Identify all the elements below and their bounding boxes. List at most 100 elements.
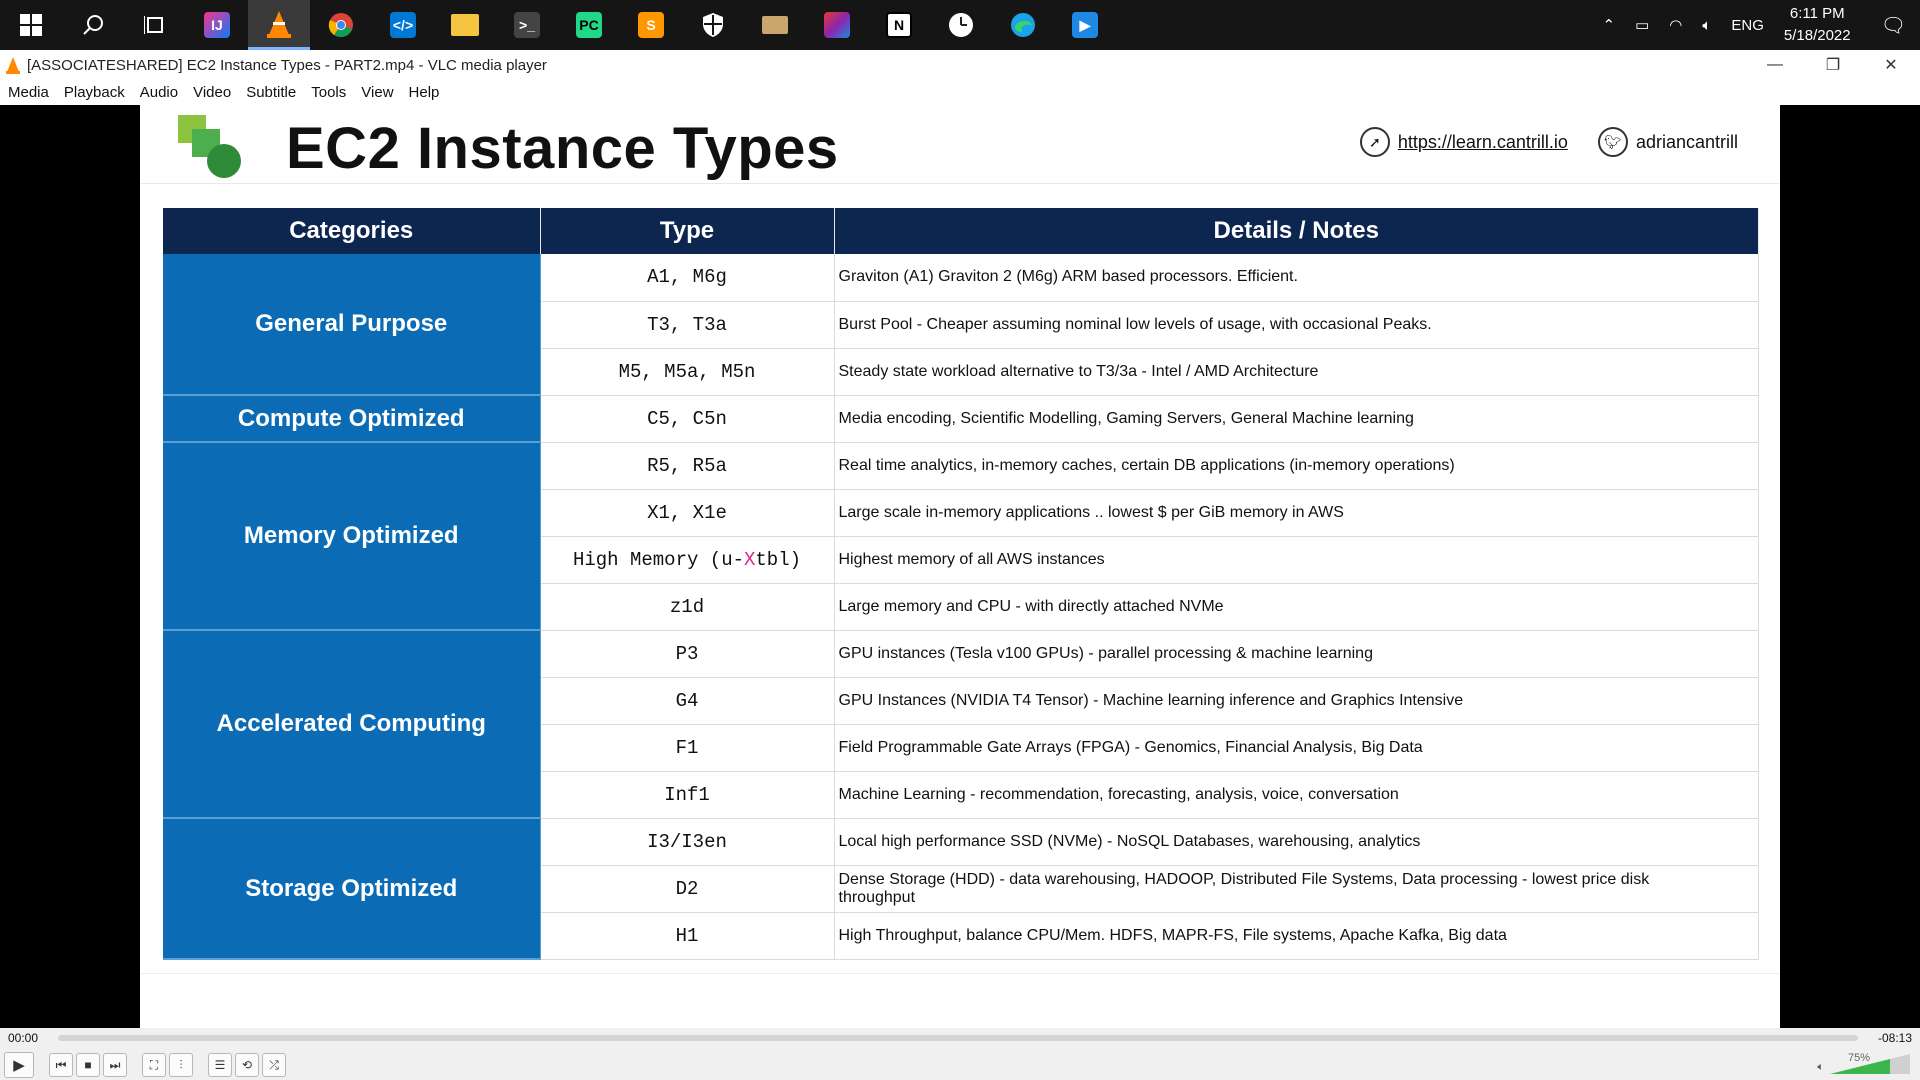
- details-cell: GPU Instances (NVIDIA T4 Tensor) - Machi…: [834, 677, 1759, 725]
- windows-start-icon[interactable]: [0, 0, 62, 50]
- category-compute-optimized: Compute Optimized: [163, 395, 541, 443]
- details-cell: GPU instances (Tesla v100 GPUs) - parall…: [834, 630, 1759, 678]
- paint-app-icon[interactable]: [806, 0, 868, 50]
- type-cell: C5, C5n: [540, 395, 835, 443]
- slide-header-links: ➚ https://learn.cantrill.io 🐦︎ adriancan…: [1359, 127, 1738, 157]
- player-controls: 00:00 -08:13 ▶ ⏮ ■ ⏭ ⛶ ⫶ ☰ ⟲ ⤮ 🔈︎ 75%: [0, 1028, 1920, 1080]
- menu-help[interactable]: Help: [409, 84, 440, 101]
- menu-subtitle[interactable]: Subtitle: [246, 84, 296, 101]
- type-cell: z1d: [540, 583, 835, 631]
- extended-settings-button[interactable]: ⫶: [169, 1053, 193, 1077]
- vlc-cone-icon: [6, 57, 20, 74]
- video-area[interactable]: EC2 Instance Types ➚ https://learn.cantr…: [0, 105, 1920, 1028]
- shuffle-button[interactable]: ⤮: [262, 1053, 286, 1077]
- window-title: [ASSOCIATESHARED] EC2 Instance Types - P…: [27, 56, 547, 74]
- slide-footer-divider: [140, 973, 1780, 974]
- language-indicator[interactable]: ENG: [1731, 17, 1764, 34]
- details-cell: Burst Pool - Cheaper assuming nominal lo…: [834, 301, 1759, 349]
- sublime-icon[interactable]: S: [620, 0, 682, 50]
- details-cell: Large memory and CPU - with directly att…: [834, 583, 1759, 631]
- menu-tools[interactable]: Tools: [311, 84, 346, 101]
- media-app-icon[interactable]: ▶: [1054, 0, 1116, 50]
- clock[interactable]: 6:11 PM 5/18/2022: [1784, 3, 1851, 47]
- details-cell: Graviton (A1) Graviton 2 (M6g) ARM based…: [834, 254, 1759, 302]
- table-row: Memory Optimized R5, R5a Real time analy…: [163, 442, 1759, 631]
- taskbar: IJ </> >_ PC S N ▶ ⌃ ▭ ◠ 🔈︎ ENG 6:11 PM …: [0, 0, 1920, 50]
- menu-media[interactable]: Media: [8, 84, 49, 101]
- details-cell: Dense Storage (HDD) - data warehousing, …: [834, 865, 1759, 913]
- category-storage-optimized: Storage Optimized: [163, 818, 541, 960]
- table-row: General Purpose A1, M6g Graviton (A1) Gr…: [163, 254, 1759, 396]
- window-titlebar: [ASSOCIATESHARED] EC2 Instance Types - P…: [0, 50, 1920, 80]
- fullscreen-button[interactable]: ⛶: [142, 1053, 166, 1077]
- details-cell: Real time analytics, in-memory caches, c…: [834, 442, 1759, 490]
- task-view-icon[interactable]: [124, 0, 186, 50]
- type-cell: Inf1: [540, 771, 835, 819]
- volume-level: 75%: [1848, 1052, 1871, 1064]
- stop-button[interactable]: ■: [76, 1053, 100, 1077]
- clock-date: 5/18/2022: [1783, 27, 1851, 44]
- details-cell: Field Programmable Gate Arrays (FPGA) - …: [834, 724, 1759, 772]
- notion-icon[interactable]: N: [868, 0, 930, 50]
- volume-control: 🔈︎ 75%: [1817, 1052, 1910, 1074]
- menu-view[interactable]: View: [361, 84, 393, 101]
- minimize-button[interactable]: —: [1746, 50, 1804, 80]
- remaining-time[interactable]: -08:13: [1878, 1031, 1912, 1045]
- clock-time: 6:11 PM: [1789, 5, 1845, 22]
- clock-app-icon[interactable]: [930, 0, 992, 50]
- website-link[interactable]: https://learn.cantrill.io: [1398, 132, 1568, 153]
- control-buttons: ▶ ⏮ ■ ⏭ ⛶ ⫶ ☰ ⟲ ⤮: [0, 1050, 286, 1080]
- pycharm-icon[interactable]: PC: [558, 0, 620, 50]
- type-cell: H1: [540, 912, 835, 960]
- slide: EC2 Instance Types ➚ https://learn.cantr…: [140, 105, 1780, 1028]
- edge-icon[interactable]: [992, 0, 1054, 50]
- instance-types-table: Categories Type Details / Notes General …: [163, 208, 1759, 960]
- header-type: Type: [540, 208, 835, 254]
- type-prefix: High Memory (u-: [572, 548, 744, 571]
- chevron-up-icon[interactable]: ⌃: [1602, 16, 1615, 34]
- wifi-icon[interactable]: ◠: [1669, 16, 1682, 34]
- elapsed-time: 00:00: [8, 1031, 39, 1045]
- next-button[interactable]: ⏭: [103, 1053, 127, 1077]
- menu-playback[interactable]: Playback: [64, 84, 125, 101]
- play-button[interactable]: ▶: [4, 1052, 34, 1078]
- details-cell: Steady state workload alternative to T3/…: [834, 348, 1759, 396]
- seek-row: 00:00 -08:13: [0, 1028, 1920, 1046]
- menu-audio[interactable]: Audio: [140, 84, 178, 101]
- vscode-icon[interactable]: </>: [372, 0, 434, 50]
- table-row: Compute Optimized C5, C5n Media encoding…: [163, 395, 1759, 443]
- type-cell: A1, M6g: [540, 254, 835, 302]
- details-cell: Large scale in-memory applications .. lo…: [834, 489, 1759, 537]
- vlc-icon[interactable]: [248, 0, 310, 50]
- playlist-button[interactable]: ☰: [208, 1053, 232, 1077]
- type-cell: F1: [540, 724, 835, 772]
- seek-slider[interactable]: [58, 1035, 1858, 1041]
- menu-video[interactable]: Video: [193, 84, 231, 101]
- chrome-icon[interactable]: [310, 0, 372, 50]
- category-accelerated-computing: Accelerated Computing: [163, 630, 541, 819]
- previous-button[interactable]: ⏮: [49, 1053, 73, 1077]
- volume-speaker-icon[interactable]: 🔈︎: [1817, 1061, 1824, 1074]
- intellij-icon[interactable]: IJ: [186, 0, 248, 50]
- type-cell-high-memory: High Memory (u-Xtbl): [540, 536, 835, 584]
- header-details: Details / Notes: [834, 208, 1759, 254]
- loop-button[interactable]: ⟲: [235, 1053, 259, 1077]
- security-icon[interactable]: [682, 0, 744, 50]
- compass-icon: ➚: [1359, 127, 1390, 157]
- type-cell: R5, R5a: [540, 442, 835, 490]
- twitter-icon: 🐦︎: [1597, 127, 1628, 157]
- battery-icon[interactable]: ▭: [1635, 16, 1649, 34]
- speaker-icon[interactable]: 🔈︎: [1702, 17, 1711, 34]
- app-icon[interactable]: [744, 0, 806, 50]
- notification-icon[interactable]: 🗨︎: [1881, 13, 1906, 38]
- terminal-icon[interactable]: >_: [496, 0, 558, 50]
- restore-button[interactable]: ❐: [1804, 50, 1862, 80]
- table-row: Storage Optimized I3/I3en Local high per…: [163, 818, 1759, 960]
- type-suffix: tbl): [755, 548, 802, 571]
- file-explorer-icon[interactable]: [434, 0, 496, 50]
- volume-slider[interactable]: 75%: [1830, 1052, 1910, 1074]
- search-icon[interactable]: [62, 0, 124, 50]
- close-button[interactable]: ✕: [1862, 50, 1920, 80]
- type-cell: I3/I3en: [540, 818, 835, 866]
- category-general-purpose: General Purpose: [163, 254, 541, 396]
